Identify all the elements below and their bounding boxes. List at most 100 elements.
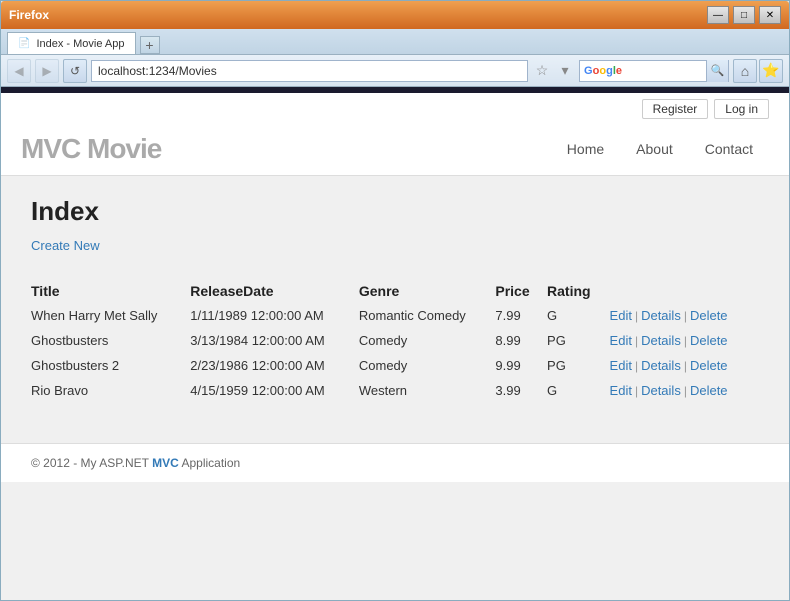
nav-home[interactable]: Home	[551, 141, 620, 157]
cell-rating: G	[547, 378, 610, 403]
footer-mvc: MVC	[152, 456, 179, 470]
table-body: When Harry Met Sally1/11/1989 12:00:00 A…	[31, 303, 759, 403]
action-details-link[interactable]: Details	[641, 358, 681, 373]
action-edit-link[interactable]: Edit	[610, 308, 632, 323]
back-button[interactable]: ◀	[7, 59, 31, 83]
forward-button[interactable]: ▶	[35, 59, 59, 83]
minimize-button[interactable]: —	[707, 6, 729, 24]
cell-genre: Romantic Comedy	[359, 303, 496, 328]
cell-actions: Edit | Details | Delete	[610, 303, 759, 328]
active-tab[interactable]: 📄 Index - Movie App	[7, 32, 136, 54]
col-title: Title	[31, 279, 190, 303]
action-separator: |	[683, 309, 688, 323]
action-links: Edit | Details | Delete	[610, 358, 749, 373]
bookmarks-button[interactable]: ⭐	[759, 59, 783, 83]
col-actions	[610, 279, 759, 303]
action-delete-link[interactable]: Delete	[690, 383, 728, 398]
action-delete-link[interactable]: Delete	[690, 308, 728, 323]
tab-bar: 📄 Index - Movie App +	[1, 29, 789, 55]
toolbar-right: ⌂ ⭐	[733, 59, 783, 83]
cell-genre: Comedy	[359, 353, 496, 378]
header-top: Register Log in	[21, 93, 769, 125]
action-details-link[interactable]: Details	[641, 308, 681, 323]
action-separator: |	[683, 359, 688, 373]
action-separator: |	[634, 334, 639, 348]
nav-bar: ◀ ▶ ↺ ☆ ▾ Google 🔍 ⌂ ⭐	[1, 55, 789, 87]
nav-icons: ☆ ▾	[532, 60, 575, 82]
address-bar[interactable]	[91, 60, 528, 82]
footer-text-suffix: Application	[179, 456, 240, 470]
cell-release-date: 1/11/1989 12:00:00 AM	[190, 303, 359, 328]
login-button[interactable]: Log in	[714, 99, 769, 119]
table-row: Ghostbusters3/13/1984 12:00:00 AMComedy8…	[31, 328, 759, 353]
close-button[interactable]: ✕	[759, 6, 781, 24]
action-delete-link[interactable]: Delete	[690, 333, 728, 348]
action-links: Edit | Details | Delete	[610, 308, 749, 323]
action-details-link[interactable]: Details	[641, 383, 681, 398]
action-separator: |	[634, 359, 639, 373]
new-tab-button[interactable]: +	[140, 36, 160, 54]
table-row: When Harry Met Sally1/11/1989 12:00:00 A…	[31, 303, 759, 328]
maximize-button[interactable]: □	[733, 6, 755, 24]
title-bar: Firefox — □ ✕	[1, 1, 789, 29]
tab-title: Index - Movie App	[36, 38, 124, 50]
page-title: Index	[31, 196, 759, 227]
cell-rating: G	[547, 303, 610, 328]
cell-price: 8.99	[495, 328, 547, 353]
cell-genre: Western	[359, 378, 496, 403]
action-edit-link[interactable]: Edit	[610, 333, 632, 348]
cell-rating: PG	[547, 328, 610, 353]
create-new-link[interactable]: Create New	[31, 238, 100, 253]
home-button[interactable]: ⌂	[733, 59, 757, 83]
action-details-link[interactable]: Details	[641, 333, 681, 348]
cell-actions: Edit | Details | Delete	[610, 353, 759, 378]
table-header: Title ReleaseDate Genre Price Rating	[31, 279, 759, 303]
cell-price: 3.99	[495, 378, 547, 403]
search-box[interactable]: Google 🔍	[579, 60, 729, 82]
table-row: Ghostbusters 22/23/1986 12:00:00 AMComed…	[31, 353, 759, 378]
footer-text-prefix: © 2012 - My ASP.NET	[31, 456, 152, 470]
cell-title: Rio Bravo	[31, 378, 190, 403]
action-separator: |	[683, 384, 688, 398]
cell-actions: Edit | Details | Delete	[610, 328, 759, 353]
nav-about[interactable]: About	[620, 141, 689, 157]
cell-genre: Comedy	[359, 328, 496, 353]
header-nav: MVC Movie Home About Contact	[21, 125, 769, 175]
page-wrapper: Register Log in MVC Movie Home About Con…	[1, 93, 789, 600]
search-input[interactable]	[626, 64, 706, 78]
cell-title: When Harry Met Sally	[31, 303, 190, 328]
brand: MVC Movie	[21, 133, 161, 165]
bookmark-star-icon[interactable]: ☆	[532, 60, 552, 82]
col-rating: Rating	[547, 279, 610, 303]
nav-contact[interactable]: Contact	[689, 141, 769, 157]
cell-release-date: 3/13/1984 12:00:00 AM	[190, 328, 359, 353]
cell-release-date: 4/15/1959 12:00:00 AM	[190, 378, 359, 403]
action-links: Edit | Details | Delete	[610, 383, 749, 398]
app-name: Firefox	[9, 8, 49, 22]
site-footer: © 2012 - My ASP.NET MVC Application	[1, 443, 789, 482]
cell-price: 7.99	[495, 303, 547, 328]
cell-price: 9.99	[495, 353, 547, 378]
action-edit-link[interactable]: Edit	[610, 358, 632, 373]
action-separator: |	[683, 334, 688, 348]
tab-favicon-icon: 📄	[18, 38, 30, 49]
action-links: Edit | Details | Delete	[610, 333, 749, 348]
cell-title: Ghostbusters 2	[31, 353, 190, 378]
reload-button[interactable]: ↺	[63, 59, 87, 83]
movie-table: Title ReleaseDate Genre Price Rating Whe…	[31, 279, 759, 403]
bookmark-down-icon[interactable]: ▾	[555, 60, 575, 82]
action-separator: |	[634, 384, 639, 398]
window-controls: — □ ✕	[707, 6, 781, 24]
cell-title: Ghostbusters	[31, 328, 190, 353]
header-row: Title ReleaseDate Genre Price Rating	[31, 279, 759, 303]
col-release-date: ReleaseDate	[190, 279, 359, 303]
cell-rating: PG	[547, 353, 610, 378]
action-delete-link[interactable]: Delete	[690, 358, 728, 373]
cell-actions: Edit | Details | Delete	[610, 378, 759, 403]
search-go-button[interactable]: 🔍	[706, 60, 728, 82]
register-button[interactable]: Register	[642, 99, 709, 119]
col-genre: Genre	[359, 279, 496, 303]
action-edit-link[interactable]: Edit	[610, 383, 632, 398]
google-logo: Google	[580, 65, 626, 77]
cell-release-date: 2/23/1986 12:00:00 AM	[190, 353, 359, 378]
